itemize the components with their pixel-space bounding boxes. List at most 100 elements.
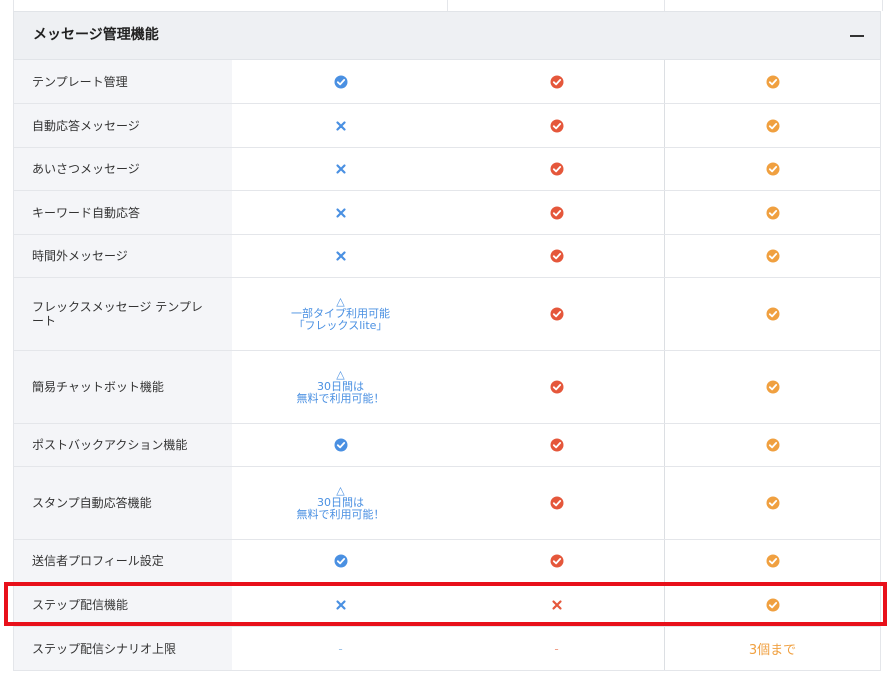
cross-icon <box>335 120 346 131</box>
note-line: 無料で利用可能！ <box>296 392 385 405</box>
check-icon <box>550 206 563 219</box>
plan-cell: △ 30日間は 無料で利用可能！ <box>232 351 449 423</box>
check-icon <box>766 598 779 611</box>
minus-icon[interactable] <box>850 35 864 37</box>
table-row: ステップ配信シナリオ上限 - - 3個まで <box>13 627 881 671</box>
check-icon <box>766 206 779 219</box>
plan-cell <box>665 148 880 190</box>
plan-cell <box>665 467 880 539</box>
plan-cell <box>232 148 449 190</box>
plan-cell <box>232 424 449 466</box>
plan-cell <box>665 278 880 350</box>
table-top-strip <box>13 0 883 11</box>
note-line: 「フレックスlite」 <box>293 319 388 332</box>
check-icon <box>766 380 779 394</box>
plan-cell <box>232 540 449 582</box>
check-icon <box>550 119 563 132</box>
feature-table: テンプレート管理 自動応答メッセージ あいさつメッセージ キーワード自動応答 時間外メッ… <box>13 60 881 671</box>
feature-label: スタンプ自動応答機能 <box>14 467 232 539</box>
check-icon <box>550 438 563 452</box>
cross-icon <box>335 599 346 610</box>
check-icon <box>334 438 347 452</box>
cross-icon <box>335 207 346 218</box>
plan-cell <box>449 583 665 626</box>
check-icon <box>550 307 563 321</box>
plan-cell: - <box>232 627 449 670</box>
check-icon <box>550 249 563 263</box>
plan-cell <box>232 583 449 626</box>
plan-cell: △ 30日間は 無料で利用可能！ <box>232 467 449 539</box>
feature-label: 簡易チャットボット機能 <box>14 351 232 423</box>
check-icon <box>766 438 779 452</box>
plan-cell <box>449 424 665 466</box>
plan-cell <box>665 583 880 626</box>
table-row: テンプレート管理 <box>13 60 881 104</box>
cross-icon <box>335 251 346 261</box>
plan-cell <box>449 540 665 582</box>
plan-cell: △ 一部タイプ利用可能 「フレックスlite」 <box>232 278 449 350</box>
feature-label: 自動応答メッセージ <box>14 104 232 147</box>
table-row: 送信者プロフィール設定 <box>13 540 881 583</box>
check-icon <box>766 119 779 132</box>
plan-cell <box>449 148 665 190</box>
check-icon <box>334 75 347 88</box>
check-icon <box>334 554 347 568</box>
feature-label: テンプレート管理 <box>14 60 232 103</box>
check-icon <box>550 380 563 394</box>
feature-label: ステップ配信機能 <box>14 583 232 626</box>
table-row: ステップ配信機能 <box>13 583 881 627</box>
plan-cell <box>665 351 880 423</box>
check-icon <box>766 496 779 510</box>
plan-cell <box>232 235 449 277</box>
column-divider <box>664 0 665 11</box>
check-icon <box>766 554 779 568</box>
plan-cell <box>665 540 880 582</box>
plan-cell <box>232 191 449 234</box>
feature-label: フレックスメッセージ テンプレート <box>14 278 232 350</box>
plan-cell <box>665 424 880 466</box>
feature-label: 送信者プロフィール設定 <box>14 540 232 582</box>
feature-label: ステップ配信シナリオ上限 <box>14 627 232 670</box>
plan-cell <box>449 104 665 147</box>
table-row: ポストバックアクション機能 <box>13 424 881 467</box>
plan-cell <box>232 104 449 147</box>
column-divider <box>447 0 448 11</box>
table-row: 時間外メッセージ <box>13 235 881 278</box>
plan-cell <box>449 235 665 277</box>
value-text: - <box>554 641 559 656</box>
plan-cell: - <box>449 627 665 670</box>
feature-label: あいさつメッセージ <box>14 148 232 190</box>
check-icon <box>766 162 779 176</box>
plan-cell <box>232 60 449 103</box>
feature-label: ポストバックアクション機能 <box>14 424 232 466</box>
plan-cell: 3個まで <box>665 627 880 670</box>
note-text: △ 30日間は 無料で利用可能！ <box>297 369 385 405</box>
value-text: 3個まで <box>748 643 797 658</box>
table-row: フレックスメッセージ テンプレート △ 一部タイプ利用可能 「フレックスlite」 <box>13 278 881 351</box>
feature-label: キーワード自動応答 <box>14 191 232 234</box>
check-icon <box>550 162 563 176</box>
plan-cell <box>449 278 665 350</box>
check-icon <box>550 554 563 568</box>
table-row: スタンプ自動応答機能 △ 30日間は 無料で利用可能！ <box>13 467 881 540</box>
plan-cell <box>665 104 880 147</box>
cross-icon <box>335 164 346 174</box>
check-icon <box>550 75 563 88</box>
section-title: メッセージ管理機能 <box>33 27 159 43</box>
note-text: △ 一部タイプ利用可能 「フレックスlite」 <box>291 296 390 332</box>
section-header[interactable]: メッセージ管理機能 <box>13 11 881 60</box>
comparison-page: メッセージ管理機能 テンプレート管理 自動応答メッセージ あいさつメッセージ キーワー… <box>0 0 892 682</box>
table-row: 自動応答メッセージ <box>13 104 881 148</box>
table-row: 簡易チャットボット機能 △ 30日間は 無料で利用可能！ <box>13 351 881 424</box>
table-row: キーワード自動応答 <box>13 191 881 235</box>
plan-cell <box>665 235 880 277</box>
plan-cell <box>449 191 665 234</box>
check-icon <box>550 496 563 510</box>
cross-icon <box>551 599 562 610</box>
plan-cell <box>449 351 665 423</box>
table-row: あいさつメッセージ <box>13 148 881 191</box>
feature-label: 時間外メッセージ <box>14 235 232 277</box>
plan-cell <box>665 60 880 103</box>
check-icon <box>766 75 779 88</box>
note-line: 無料で利用可能！ <box>296 508 385 521</box>
